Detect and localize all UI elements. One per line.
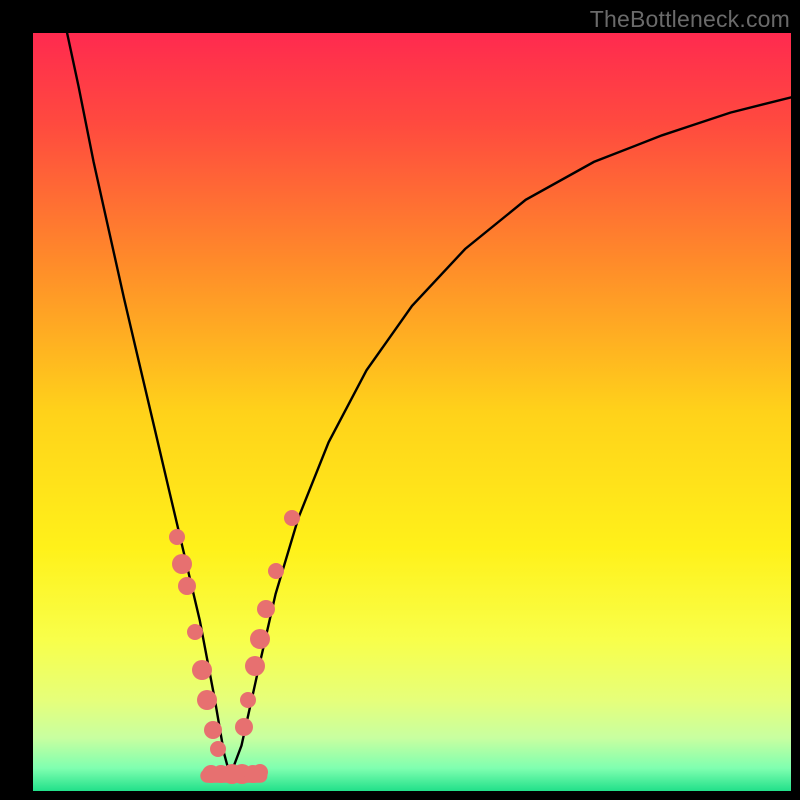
scatter-dot (178, 577, 196, 595)
curve-right-branch (230, 97, 791, 775)
curve-layer (33, 33, 791, 791)
scatter-dot (235, 718, 253, 736)
scatter-dot (245, 656, 265, 676)
plot-area (33, 33, 791, 791)
scatter-dot (284, 510, 300, 526)
scatter-dot (250, 629, 270, 649)
chart-frame: TheBottleneck.com (0, 0, 800, 800)
scatter-dot (257, 600, 275, 618)
scatter-dot (192, 660, 212, 680)
scatter-dot (197, 690, 217, 710)
scatter-dot (268, 563, 284, 579)
scatter-dot (172, 554, 192, 574)
scatter-dot (187, 624, 203, 640)
scatter-dot (252, 764, 268, 780)
scatter-dot (204, 721, 222, 739)
scatter-dot (210, 741, 226, 757)
scatter-dot (169, 529, 185, 545)
scatter-dot (240, 692, 256, 708)
watermark-text: TheBottleneck.com (590, 6, 790, 33)
